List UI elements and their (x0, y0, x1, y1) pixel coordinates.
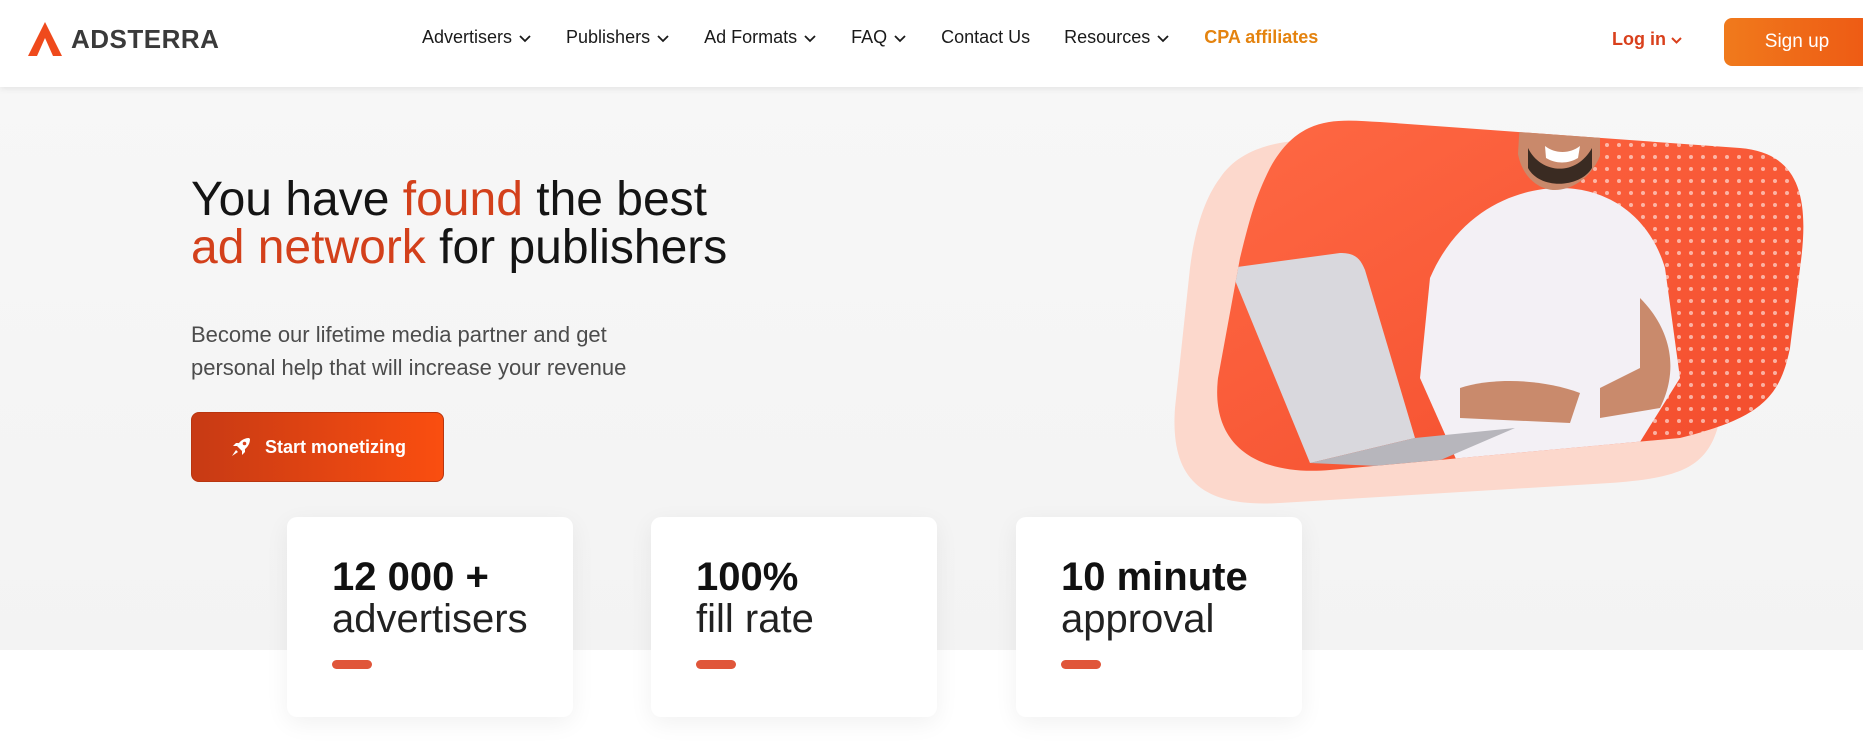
brand-logo[interactable]: ADSTERRA (27, 21, 219, 57)
stat-value: 12 000 + (332, 555, 489, 599)
hero-illustration (1174, 120, 1804, 504)
rocket-icon (231, 438, 250, 456)
stat-label: approval (1061, 597, 1215, 641)
nav-resources[interactable]: Resources (1064, 27, 1170, 48)
subtext-line: Become our lifetime media partner and ge… (191, 322, 607, 347)
nav-contact-us-label: Contact Us (941, 27, 1031, 47)
headline-text: for publishers (425, 221, 728, 274)
stat-card: 10 minute approval (1016, 517, 1302, 717)
stat-accent-bar (1061, 660, 1101, 669)
hero-image (1160, 118, 1810, 508)
nav-cpa-affiliates[interactable]: CPA affiliates (1204, 27, 1318, 48)
main-nav: Advertisers Publishers Ad Formats FAQ Co… (422, 27, 1352, 48)
cta-label: Start monetizing (264, 436, 406, 457)
chevron-down-icon (804, 34, 816, 42)
nav-ad-formats-label: Ad Formats (704, 27, 798, 47)
hero-subtext: Become our lifetime media partner and ge… (191, 318, 711, 384)
nav-contact-us[interactable]: Contact Us (941, 27, 1030, 48)
headline-text: the best (522, 173, 708, 226)
stat-card: 12 000 + advertisers (287, 517, 573, 717)
nav-ad-formats[interactable]: Ad Formats (704, 27, 817, 48)
chevron-down-icon (1157, 34, 1169, 42)
stat-accent-bar (332, 660, 372, 669)
login-label: Log in (1612, 29, 1666, 49)
subtext-line: personal help that will increase your re… (191, 355, 627, 380)
nav-publishers-label: Publishers (566, 27, 651, 47)
stat-card: 100% fill rate (651, 517, 937, 717)
stat-value: 10 minute (1061, 555, 1248, 599)
headline-highlight: found (402, 173, 523, 226)
chevron-down-icon (657, 34, 669, 42)
hero-headline: You have found the best ad network for p… (191, 176, 727, 272)
nav-faq[interactable]: FAQ (851, 27, 907, 48)
site-header: ADSTERRA Advertisers Publishers Ad Forma… (0, 0, 1863, 87)
chevron-down-icon (894, 34, 906, 42)
stat-label: advertisers (332, 597, 528, 641)
chevron-down-icon (1671, 36, 1682, 44)
login-link[interactable]: Log in (1612, 29, 1683, 50)
nav-advertisers[interactable]: Advertisers (422, 27, 532, 48)
stat-accent-bar (696, 660, 736, 669)
adsterra-logo-icon (28, 22, 62, 56)
chevron-down-icon (519, 34, 531, 42)
nav-cpa-affiliates-label: CPA affiliates (1204, 27, 1319, 47)
nav-faq-label: FAQ (851, 27, 888, 47)
headline-highlight: ad network (191, 221, 426, 274)
signup-button[interactable]: Sign up (1724, 18, 1863, 66)
nav-publishers[interactable]: Publishers (566, 27, 670, 48)
brand-name: ADSTERRA (71, 23, 220, 54)
stat-value: 100% (696, 555, 799, 599)
headline-text: You have (191, 173, 403, 226)
start-monetizing-button[interactable]: Start monetizing (191, 412, 444, 482)
nav-resources-label: Resources (1064, 27, 1151, 47)
stat-label: fill rate (696, 597, 814, 641)
nav-advertisers-label: Advertisers (422, 27, 513, 47)
